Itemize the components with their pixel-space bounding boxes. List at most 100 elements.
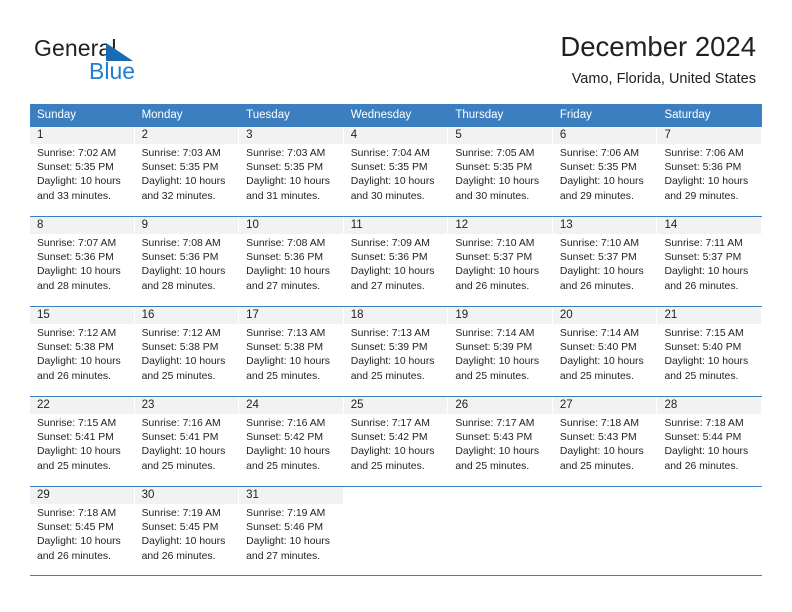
calendar-day-cell[interactable]: 21 Sunrise: 7:15 AM Sunset: 5:40 PM Dayligh…	[657, 307, 763, 396]
day-number-band: 30	[134, 487, 240, 504]
calendar-day-cell[interactable]: 1 Sunrise: 7:02 AM Sunset: 5:35 PM Daylight…	[30, 127, 135, 216]
calendar-day-cell[interactable]: 16 Sunrise: 7:12 AM Sunset: 5:38 PM Dayligh…	[134, 307, 240, 396]
sunrise-text: Sunrise: 7:17 AM	[455, 418, 535, 429]
calendar-day-cell[interactable]: 15 Sunrise: 7:12 AM Sunset: 5:38 PM Dayligh…	[30, 307, 135, 396]
daylight-text-line2: and 27 minutes.	[246, 550, 321, 562]
sunset-text: Sunset: 5:43 PM	[455, 432, 533, 444]
sunset-text: Sunset: 5:37 PM	[455, 252, 533, 264]
day-info: Sunrise: 7:17 AM Sunset: 5:42 PM Daylight:…	[344, 414, 449, 474]
day-info	[657, 504, 762, 507]
calendar-day-cell[interactable]: 9 Sunrise: 7:08 AM Sunset: 5:36 PM Daylight…	[134, 217, 240, 306]
weekday-header-monday: Monday	[141, 109, 183, 121]
calendar-day-cell[interactable]: 31 Sunrise: 7:19 AM Sunset: 5:46 PM Dayligh…	[239, 487, 344, 575]
sunset-text: Sunset: 5:44 PM	[664, 432, 742, 444]
calendar-day-cell[interactable]: 25 Sunrise: 7:17 AM Sunset: 5:42 PM Dayligh…	[343, 397, 449, 486]
day-number: 31	[246, 489, 259, 501]
weekday-header-row: Sunday Monday Tuesday Wednesday Thursday…	[30, 104, 762, 126]
calendar-day-cell[interactable]: 5 Sunrise: 7:05 AM Sunset: 5:35 PM Daylight…	[448, 127, 553, 216]
calendar-day-cell[interactable]: 30 Sunrise: 7:19 AM Sunset: 5:45 PM Dayligh…	[134, 487, 240, 575]
daylight-text-line1: Daylight: 10 hours	[37, 536, 121, 548]
calendar-day-cell[interactable]: 7 Sunrise: 7:06 AM Sunset: 5:36 PM Daylight…	[657, 127, 763, 216]
sunset-text: Sunset: 5:36 PM	[141, 252, 219, 264]
daylight-text-line1: Daylight: 10 hours	[559, 176, 644, 188]
calendar-day-cell[interactable]: 28 Sunrise: 7:18 AM Sunset: 5:44 PM Dayligh…	[657, 397, 763, 486]
day-info: Sunrise: 7:16 AM Sunset: 5:41 PM Daylight:…	[135, 414, 240, 474]
daylight-text-line2: and 25 minutes.	[246, 370, 321, 382]
general-blue-logo[interactable]: General Blue	[34, 36, 234, 92]
calendar-day-cell[interactable]: 6 Sunrise: 7:06 AM Sunset: 5:35 PM Daylight…	[552, 127, 658, 216]
sunrise-text: Sunrise: 7:16 AM	[246, 418, 326, 429]
sunrise-text: Sunrise: 7:18 AM	[37, 508, 117, 519]
sunrise-text: Sunrise: 7:07 AM	[37, 238, 117, 249]
day-number-band: 13	[552, 217, 658, 234]
day-number: 6	[559, 129, 567, 141]
day-number: 17	[246, 309, 259, 321]
calendar-day-cell[interactable]: 18 Sunrise: 7:13 AM Sunset: 5:39 PM Dayligh…	[343, 307, 449, 396]
calendar-day-cell[interactable]: 24 Sunrise: 7:16 AM Sunset: 5:42 PM Dayligh…	[239, 397, 344, 486]
day-number: 20	[559, 309, 573, 321]
daylight-text-line2: and 30 minutes.	[350, 190, 425, 202]
daylight-text-line2: and 27 minutes.	[350, 280, 425, 292]
day-info: Sunrise: 7:11 AM Sunset: 5:37 PM Daylight:…	[657, 234, 762, 294]
calendar-day-cell[interactable]: 10 Sunrise: 7:08 AM Sunset: 5:36 PM Dayligh…	[239, 217, 344, 306]
daylight-text-line1: Daylight: 10 hours	[37, 356, 121, 368]
page-header: General Blue December 2024 Vamo, Florida…	[0, 0, 792, 100]
calendar-day-cell[interactable]: 12 Sunrise: 7:10 AM Sunset: 5:37 PM Dayligh…	[448, 217, 553, 306]
day-info	[448, 504, 553, 507]
sunrise-text: Sunrise: 7:10 AM	[455, 238, 535, 249]
calendar-empty-cell	[448, 487, 553, 575]
calendar-day-cell[interactable]: 2 Sunrise: 7:03 AM Sunset: 5:35 PM Daylight…	[134, 127, 240, 216]
day-info: Sunrise: 7:03 AM Sunset: 5:35 PM Daylight:…	[239, 144, 344, 204]
calendar-day-cell[interactable]: 29 Sunrise: 7:18 AM Sunset: 5:45 PM Dayligh…	[30, 487, 135, 575]
daylight-text-line1: Daylight: 10 hours	[141, 266, 226, 278]
calendar-day-cell[interactable]: 19 Sunrise: 7:14 AM Sunset: 5:39 PM Dayligh…	[448, 307, 553, 396]
sunset-text: Sunset: 5:39 PM	[455, 342, 533, 354]
daylight-text-line2: and 27 minutes.	[246, 280, 321, 292]
day-number-band: 7	[657, 127, 763, 144]
daylight-text-line2: and 30 minutes.	[455, 190, 530, 202]
calendar-day-cell[interactable]: 17 Sunrise: 7:13 AM Sunset: 5:38 PM Dayligh…	[239, 307, 344, 396]
calendar-day-cell[interactable]: 4 Sunrise: 7:04 AM Sunset: 5:35 PM Daylight…	[343, 127, 449, 216]
day-info: Sunrise: 7:17 AM Sunset: 5:43 PM Daylight:…	[448, 414, 553, 474]
day-info: Sunrise: 7:08 AM Sunset: 5:36 PM Daylight:…	[135, 234, 240, 294]
calendar-day-cell[interactable]: 8 Sunrise: 7:07 AM Sunset: 5:36 PM Daylight…	[30, 217, 135, 306]
weeks-container: 1 Sunrise: 7:02 AM Sunset: 5:35 PM Daylight…	[30, 126, 763, 576]
daylight-text-line1: Daylight: 10 hours	[37, 446, 121, 458]
calendar-day-cell[interactable]: 14 Sunrise: 7:11 AM Sunset: 5:37 PM Dayligh…	[657, 217, 763, 306]
daylight-text-line2: and 25 minutes.	[37, 460, 111, 472]
day-number: 14	[664, 219, 678, 231]
day-number-band: 24	[239, 397, 344, 414]
daylight-text-line1: Daylight: 10 hours	[350, 446, 435, 458]
daylight-text-line1: Daylight: 10 hours	[664, 356, 749, 368]
calendar-day-cell[interactable]: 13 Sunrise: 7:10 AM Sunset: 5:37 PM Dayligh…	[552, 217, 658, 306]
calendar-week-row: 22 Sunrise: 7:15 AM Sunset: 5:41 PM Dayligh…	[30, 396, 763, 486]
day-number-band: 6	[552, 127, 658, 144]
day-info: Sunrise: 7:03 AM Sunset: 5:35 PM Daylight:…	[135, 144, 240, 204]
day-number-band: 5	[448, 127, 553, 144]
day-number-band: 11	[343, 217, 449, 234]
day-number: 7	[664, 129, 671, 141]
calendar-day-cell[interactable]: 20 Sunrise: 7:14 AM Sunset: 5:40 PM Dayligh…	[552, 307, 658, 396]
daylight-text-line1: Daylight: 10 hours	[455, 356, 540, 368]
daylight-text-line2: and 26 minutes.	[664, 280, 739, 292]
calendar-grid: Sunday Monday Tuesday Wednesday Thursday…	[30, 104, 763, 576]
day-number: 4	[350, 129, 358, 141]
calendar-day-cell[interactable]: 23 Sunrise: 7:16 AM Sunset: 5:41 PM Dayligh…	[134, 397, 240, 486]
weekday-header-friday: Friday	[559, 109, 592, 121]
sunrise-text: Sunrise: 7:18 AM	[559, 418, 640, 429]
sunrise-text: Sunrise: 7:12 AM	[141, 328, 221, 339]
sunrise-text: Sunrise: 7:13 AM	[246, 328, 326, 339]
day-number: 3	[246, 129, 253, 141]
sunset-text: Sunset: 5:37 PM	[664, 252, 742, 264]
weekday-header-thursday: Thursday	[455, 109, 504, 121]
calendar-day-cell[interactable]: 27 Sunrise: 7:18 AM Sunset: 5:43 PM Dayligh…	[552, 397, 658, 486]
calendar-day-cell[interactable]: 22 Sunrise: 7:15 AM Sunset: 5:41 PM Dayligh…	[30, 397, 135, 486]
day-number: 12	[455, 219, 469, 231]
calendar-day-cell[interactable]: 3 Sunrise: 7:03 AM Sunset: 5:35 PM Daylight…	[239, 127, 344, 216]
day-info: Sunrise: 7:10 AM Sunset: 5:37 PM Daylight:…	[553, 234, 658, 294]
daylight-text-line1: Daylight: 10 hours	[37, 266, 121, 278]
calendar-day-cell[interactable]: 11 Sunrise: 7:09 AM Sunset: 5:36 PM Dayligh…	[343, 217, 449, 306]
sunrise-text: Sunrise: 7:03 AM	[246, 148, 326, 159]
daylight-text-line2: and 26 minutes.	[455, 280, 530, 292]
calendar-day-cell[interactable]: 26 Sunrise: 7:17 AM Sunset: 5:43 PM Dayligh…	[448, 397, 553, 486]
